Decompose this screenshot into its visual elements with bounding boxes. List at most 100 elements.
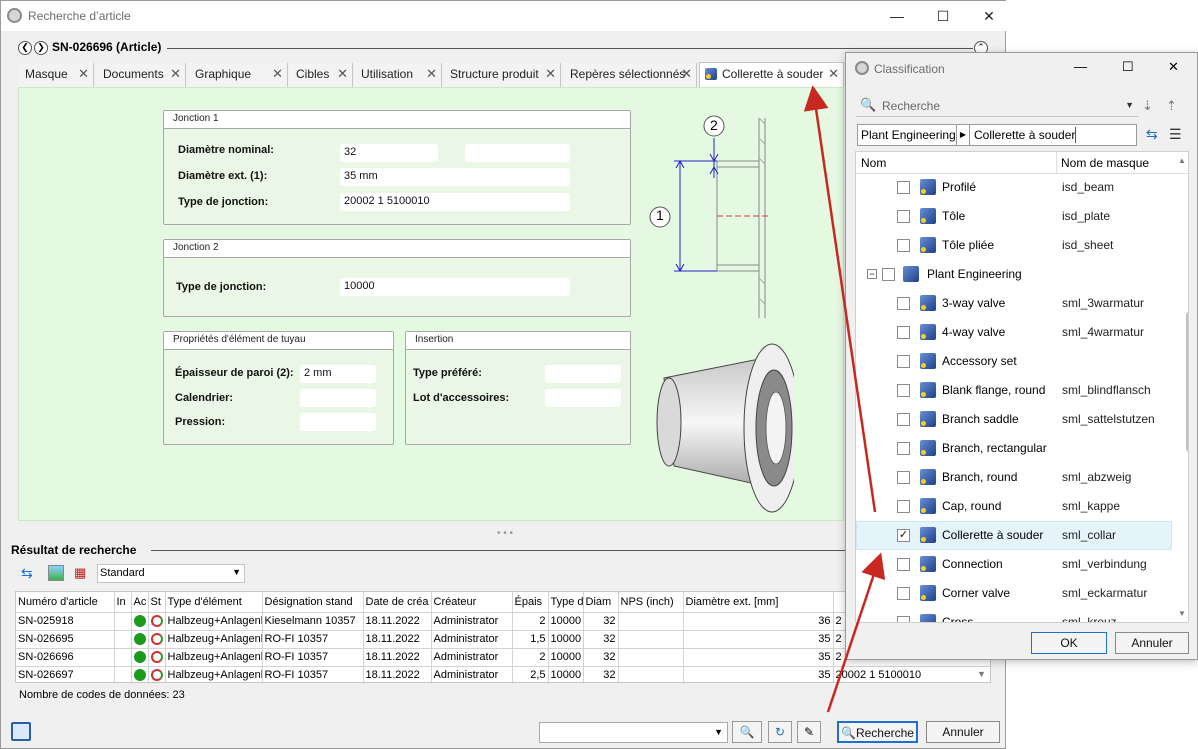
tree-item[interactable]: Tôle pliée isd_sheet [856,231,1172,260]
column-header[interactable]: NPS (inch) [618,592,684,613]
image-export-icon[interactable] [48,565,64,581]
clear-form-icon[interactable]: ✎ [797,721,821,743]
tab-documents[interactable]: Documents ✕ [96,63,186,87]
maximize-button[interactable]: ☐ [920,1,966,31]
tab-cibles[interactable]: Cibles ✕ [289,63,353,87]
tab-utilisation[interactable]: Utilisation ✕ [354,63,442,87]
type-jonction-2-field[interactable]: 10000 [340,278,570,296]
scroll-up-icon[interactable]: ▲ [1178,156,1186,165]
checkbox[interactable] [897,181,910,194]
lot-accessoires-field[interactable] [545,389,621,407]
close-button[interactable]: ✕ [966,1,1012,31]
maximize-button[interactable]: ☐ [1122,59,1134,75]
tree-item[interactable]: Branch saddle sml_sattelstutzen [856,405,1172,434]
column-header[interactable]: Désignation stand [262,592,364,613]
column-header[interactable]: St [148,592,166,613]
type-prefere-field[interactable] [545,365,621,383]
minimize-button[interactable]: — [1074,59,1087,74]
tree-item[interactable]: Branch, rectangular [856,434,1172,463]
tree-item[interactable]: Corner valve sml_eckarmatur [856,579,1172,608]
checkbox[interactable] [897,500,910,513]
checkbox[interactable] [897,587,910,600]
tree-item[interactable]: Tôle isd_plate [856,202,1172,231]
tree-item[interactable]: Accessory set [856,347,1172,376]
epaisseur-field[interactable]: 2 mm [300,365,376,383]
column-header[interactable]: Épais [512,592,549,613]
tab-graphique[interactable]: Graphique ✕ [188,63,288,87]
tree-item[interactable]: 4-way valve sml_4warmatur [856,318,1172,347]
column-header[interactable]: Date de créa [363,592,432,613]
query-select[interactable]: ▼ [539,722,728,743]
tab-close-icon[interactable]: ✕ [170,66,181,82]
checkbox[interactable] [897,558,910,571]
close-button[interactable]: ✕ [1168,59,1179,75]
calendrier-field[interactable] [300,389,376,407]
sync-icon[interactable]: ⇆ [1146,126,1158,143]
checkbox[interactable] [897,413,910,426]
refresh-icon[interactable]: ⇆ [21,565,37,581]
column-header[interactable]: Type d'élément [165,592,263,613]
view-select[interactable]: Standard ▼ [97,564,245,583]
column-header[interactable]: Type d [548,592,584,613]
tree-scrollbar[interactable] [1183,252,1188,622]
checkbox[interactable] [897,471,910,484]
column-header[interactable]: Diamètre ext. [mm] [683,592,834,613]
checkbox[interactable] [897,616,910,622]
checkbox[interactable] [897,384,910,397]
chevron-down-icon[interactable]: ▼ [1125,100,1134,110]
checkbox[interactable] [897,442,910,455]
checkbox[interactable] [897,239,910,252]
tab-close-icon[interactable]: ✕ [337,66,348,82]
scrollbar-thumb[interactable] [1186,312,1188,452]
checkbox[interactable] [897,326,910,339]
cancel-button[interactable]: Annuler [926,721,1000,743]
checkbox[interactable] [897,355,910,368]
checkbox[interactable] [897,210,910,223]
column-header-mask[interactable]: Nom de masque [1061,156,1149,170]
back-icon[interactable]: ❮ [18,41,32,55]
table-settings-icon[interactable]: ▦ [74,565,90,581]
sort-ascending-icon[interactable]: ⇣ [1142,98,1153,114]
breadcrumb-item[interactable]: Collerette à souder [974,128,1075,142]
search-options-icon[interactable]: 🔍 [732,721,762,743]
breadcrumb-separator-icon[interactable]: ▶ [956,125,970,145]
diametre-nominal-field[interactable]: 32 [340,144,438,162]
splitter-handle[interactable]: • • • [497,528,513,539]
tree-item-selected[interactable]: ✓ Collerette à souder sml_collar [856,521,1172,550]
tree-item[interactable]: Cross sml_kreuz [856,608,1172,622]
tree-folder[interactable]: − Plant Engineering [856,260,1172,289]
tab-close-icon[interactable]: ✕ [426,66,437,82]
tree-item[interactable]: 3-way valve sml_3warmatur [856,289,1172,318]
scroll-down-icon[interactable]: ▼ [977,669,986,679]
tab-close-icon[interactable]: ✕ [545,66,556,82]
type-jonction-field[interactable]: 20002 1 5100010 [340,193,570,211]
tab-close-icon[interactable]: ✕ [78,66,89,82]
tree-item[interactable]: Connection sml_verbindung [856,550,1172,579]
tab-collerette-a-souder[interactable]: Collerette à souder ✕ [699,62,844,88]
diametre-nominal-extra-field[interactable] [465,144,570,162]
dialog-cancel-button[interactable]: Annuler [1115,632,1189,654]
tab-close-icon[interactable]: ✕ [272,66,283,82]
list-view-icon[interactable]: ☰ [1169,126,1182,143]
column-header[interactable]: In [114,592,132,613]
collapse-tree-icon[interactable]: − [867,269,877,279]
table-row[interactable]: SN-026697 Halbzeug+Anlagenl RO-FI 10357 18… [16,666,990,682]
tree-item[interactable]: Branch, round sml_abzweig [856,463,1172,492]
checkbox-checked[interactable]: ✓ [897,529,910,542]
tab-reperes-selectionnes[interactable]: Repères sélectionnés ✕ [563,63,697,87]
pression-field[interactable] [300,413,376,431]
diametre-ext-field[interactable]: 35 mm [340,168,570,186]
minimize-button[interactable]: — [874,1,920,31]
tree-item[interactable]: Profilé isd_beam [856,173,1172,202]
column-header[interactable]: Diam [583,592,619,613]
tree-item[interactable]: Cap, round sml_kappe [856,492,1172,521]
column-header[interactable]: Créateur [431,592,513,613]
column-header[interactable]: Numéro d'article [16,592,115,613]
column-header[interactable]: Ac [131,592,149,613]
forward-icon[interactable]: ❯ [34,41,48,55]
tab-close-icon[interactable]: ✕ [681,66,692,82]
classification-search-input[interactable]: 🔍 Recherche ▼ [856,95,1138,117]
search-button[interactable]: 🔍Recherche [837,721,918,743]
tab-masque[interactable]: Masque ✕ [18,63,94,87]
window-layout-icon[interactable] [11,722,31,741]
